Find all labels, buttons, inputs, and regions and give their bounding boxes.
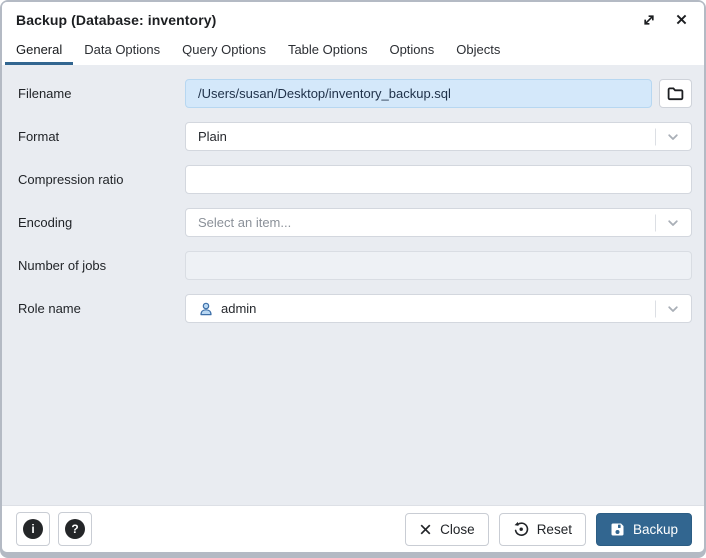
encoding-placeholder: Select an item...: [198, 215, 647, 230]
tab-general[interactable]: General: [5, 37, 73, 65]
format-control: Plain: [185, 122, 692, 151]
resize-diagonal-icon: [642, 13, 656, 27]
format-select[interactable]: Plain: [185, 122, 692, 151]
chevron-down-icon: [666, 302, 680, 316]
format-select-arrow: [655, 123, 691, 150]
format-label: Format: [18, 129, 185, 144]
footer-right-actions: Close Reset Backup: [405, 513, 692, 546]
titlebar-actions: [640, 11, 690, 29]
select-divider: [655, 300, 656, 317]
number-of-jobs-label: Number of jobs: [18, 258, 185, 273]
tab-query-options[interactable]: Query Options: [171, 37, 277, 65]
close-button-label: Close: [440, 522, 475, 537]
expand-icon[interactable]: [640, 11, 658, 29]
compression-ratio-label: Compression ratio: [18, 172, 185, 187]
sql-info-button[interactable]: i: [16, 512, 50, 546]
undo-circle-icon: [513, 521, 529, 537]
form-row-encoding: Encoding Select an item...: [18, 208, 692, 237]
role-name-select-arrow: [655, 295, 691, 322]
filename-label: Filename: [18, 86, 185, 101]
close-button[interactable]: Close: [405, 513, 489, 546]
encoding-control: Select an item...: [185, 208, 692, 237]
footer-left-actions: i ?: [16, 512, 405, 546]
select-divider: [655, 214, 656, 231]
floppy-disk-icon: [610, 522, 625, 537]
number-of-jobs-control: [185, 251, 692, 280]
tab-options[interactable]: Options: [378, 37, 445, 65]
form-row-format: Format Plain: [18, 122, 692, 151]
dialog-title: Backup (Database: inventory): [16, 12, 640, 28]
x-mark-icon: [419, 523, 432, 536]
help-icon: ?: [65, 519, 85, 539]
dialog-footer: i ? Close: [2, 505, 704, 552]
role-name-value: admin: [221, 301, 256, 316]
general-tab-panel: Filename Format Plain: [2, 65, 704, 505]
select-divider: [655, 128, 656, 145]
folder-icon: [667, 86, 684, 101]
close-icon[interactable]: [672, 11, 690, 29]
reset-button-label: Reset: [537, 522, 572, 537]
backup-button-label: Backup: [633, 522, 678, 537]
compression-ratio-control: [185, 165, 692, 194]
role-name-select[interactable]: admin: [185, 294, 692, 323]
browse-file-button[interactable]: [659, 79, 692, 108]
form-row-number-of-jobs: Number of jobs: [18, 251, 692, 280]
number-of-jobs-input: [185, 251, 692, 280]
reset-button[interactable]: Reset: [499, 513, 586, 546]
filename-control: [185, 79, 692, 108]
person-icon: [198, 301, 214, 317]
encoding-select-arrow: [655, 209, 691, 236]
chevron-down-icon: [666, 216, 680, 230]
form-row-filename: Filename: [18, 79, 692, 108]
tab-data-options[interactable]: Data Options: [73, 37, 171, 65]
filename-input[interactable]: [185, 79, 652, 108]
info-icon: i: [23, 519, 43, 539]
form-row-role-name: Role name admin: [18, 294, 692, 323]
backup-dialog-window: Backup (Database: inventory): [0, 0, 706, 558]
x-mark-icon: [675, 13, 688, 26]
format-selected-value: Plain: [198, 129, 647, 144]
role-name-label: Role name: [18, 301, 185, 316]
role-name-control: admin: [185, 294, 692, 323]
encoding-label: Encoding: [18, 215, 185, 230]
help-button[interactable]: ?: [58, 512, 92, 546]
tab-table-options[interactable]: Table Options: [277, 37, 379, 65]
tab-bar: General Data Options Query Options Table…: [2, 37, 704, 65]
chevron-down-icon: [666, 130, 680, 144]
encoding-select[interactable]: Select an item...: [185, 208, 692, 237]
backup-dialog: Backup (Database: inventory): [2, 2, 704, 552]
dialog-titlebar: Backup (Database: inventory): [2, 2, 704, 37]
form-row-compression-ratio: Compression ratio: [18, 165, 692, 194]
tab-objects[interactable]: Objects: [445, 37, 511, 65]
backup-button[interactable]: Backup: [596, 513, 692, 546]
compression-ratio-input[interactable]: [185, 165, 692, 194]
role-name-selected: admin: [198, 301, 647, 317]
